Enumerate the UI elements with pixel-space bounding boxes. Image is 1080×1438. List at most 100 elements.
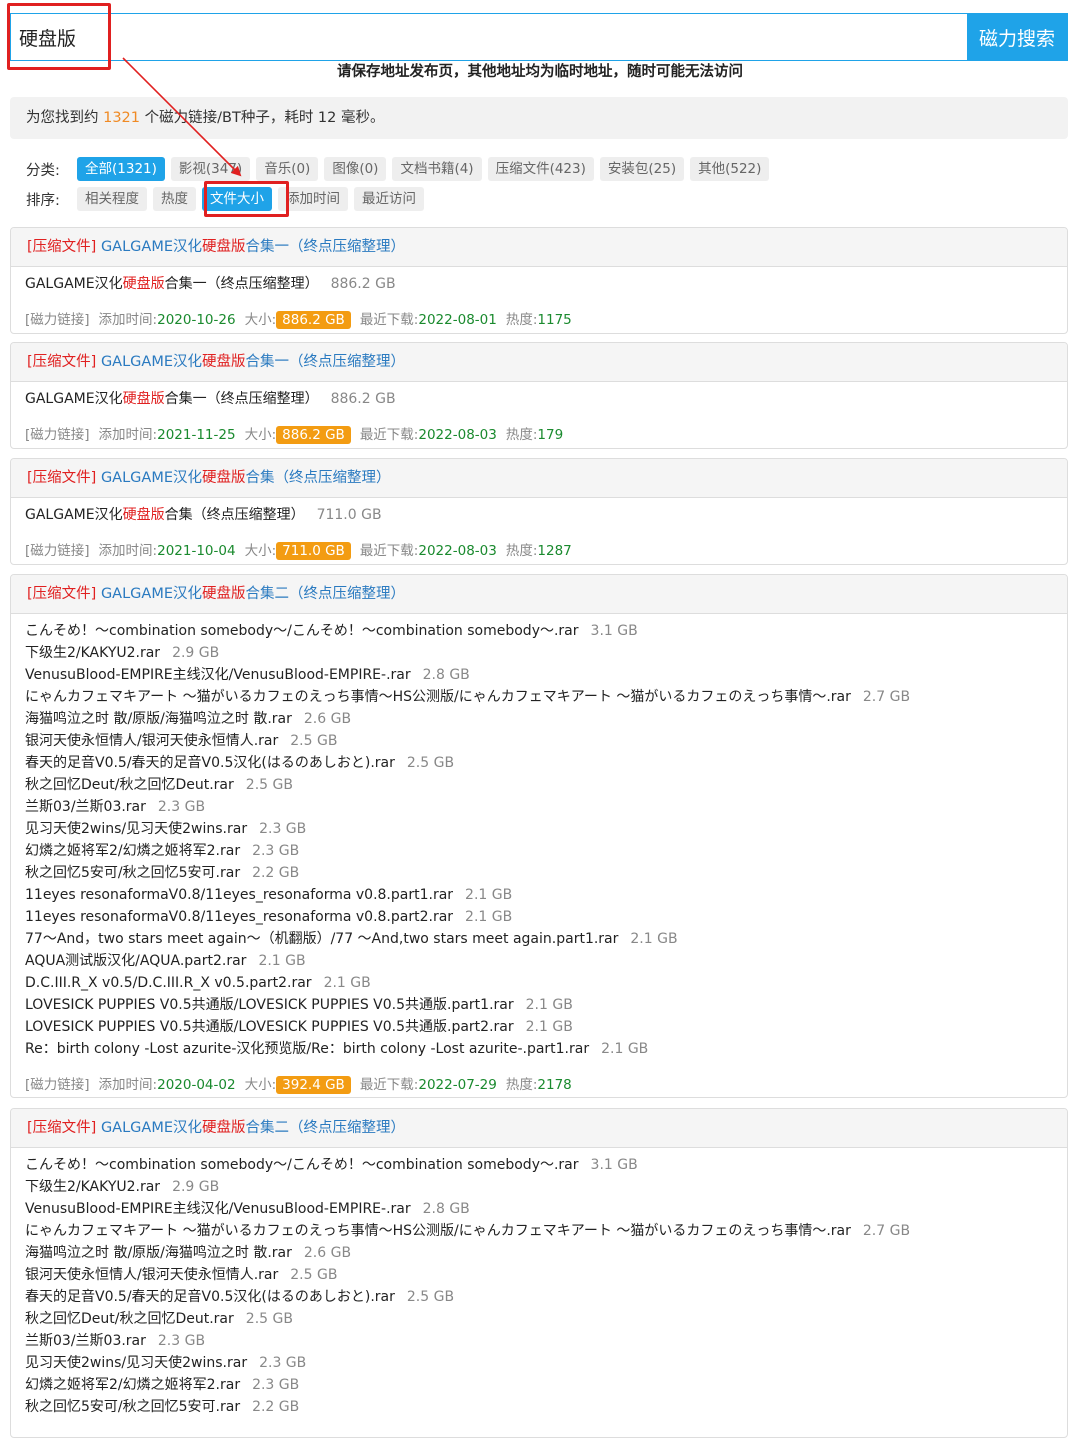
file-size: 2.9 GB [172,645,220,661]
file-size: 2.9 GB [172,1179,220,1195]
category-chip[interactable]: 全部(1321) [77,157,165,181]
file-name: 77～And，two stars meet again～（机翻版）/77 ～An… [25,931,619,947]
magnet-link[interactable]: [磁力链接] [25,1077,90,1093]
file-row: にゃんカフェマキアート ～猫がいるカフェのえっち事情～HS公测版/にゃんカフェマ… [25,686,1067,708]
result-title-link[interactable]: GALGAME汉化硬盘版合集（终点压缩整理） [101,470,391,486]
file-row: D.C.III.R_X v0.5/D.C.III.R_X v0.5.part2.… [25,972,1067,994]
title-text: 合集二（终点压缩整理） [245,586,406,602]
title-text: GALGAME汉化 [100,239,202,255]
magnet-link[interactable]: [磁力链接] [25,543,90,559]
file-row: 11eyes resonaformaV0.8/11eyes_resonaform… [25,884,1067,906]
file-row: 幻燐之姬将军2/幻燐之姬将军2.rar 2.3 GB [25,840,1067,862]
category-chip[interactable]: 压缩文件(423) [487,157,594,181]
category-chips: 全部(1321) 影视(347) 音乐(0) 图像(0) 文档书籍(4) 压缩文件(423… [77,157,775,181]
file-size: 711.0 GB [316,507,382,523]
sort-filter-row: 排序: 相关程度 热度 文件大小 添加时间 最近访问 [26,187,430,211]
file-name: 11eyes resonaformaV0.8/11eyes_resonaform… [25,909,454,925]
file-size: 3.1 GB [590,1157,638,1173]
category-label: 分类: [26,162,60,179]
added-date: 2020-04-02 [157,1077,236,1093]
result-title: [压缩文件] GALGAME汉化硬盘版合集二（终点压缩整理） [11,1109,1067,1148]
result-count: 1321 [103,110,141,126]
file-name: こんそめ！～combination somebody～/こんそめ！～combin… [25,623,579,639]
file-name-highlight: 硬盘版 [122,276,165,292]
category-chip[interactable]: 文档书籍(4) [392,157,482,181]
title-text: 合集一（终点压缩整理） [245,354,406,370]
size-badge: 711.0 GB [276,542,351,560]
file-name: 海猫鸣泣之时 散/原版/海猫鸣泣之时 散.rar [25,711,292,727]
file-size: 2.2 GB [252,1399,300,1415]
sort-chip[interactable]: 最近访问 [354,187,424,211]
sort-chip[interactable]: 文件大小 [202,187,272,211]
file-row: にゃんカフェマキアート ～猫がいるカフェのえっち事情～HS公测版/にゃんカフェマ… [25,1220,1067,1242]
file-row: こんそめ！～combination somebody～/こんそめ！～combin… [25,1154,1067,1176]
result-title: [压缩文件] GALGAME汉化硬盘版合集一（终点压缩整理） [11,343,1067,382]
file-size: 886.2 GB [330,276,396,292]
file-size: 886.2 GB [330,391,396,407]
file-size: 2.6 GB [303,711,352,727]
file-size: 2.7 GB [862,689,911,705]
file-name: 春天的足音V0.5/春天的足音V0.5汉化(はるのあしおと).rar [25,755,395,771]
file-row: Re：birth colony -Lost azurite-汉化预览版/Re：b… [25,1038,1067,1060]
category-chip[interactable]: 图像(0) [324,157,387,181]
result-title-link[interactable]: GALGAME汉化硬盘版合集二（终点压缩整理） [101,1120,405,1136]
category-filter-row: 分类: 全部(1321) 影视(347) 音乐(0) 图像(0) 文档书籍(4) 压缩文件… [26,157,775,181]
file-name: 幻燐之姬将军2/幻燐之姬将军2.rar [25,1377,241,1393]
heat-value: 2178 [537,1077,572,1093]
file-name: 海猫鸣泣之时 散/原版/海猫鸣泣之时 散.rar [25,1245,292,1261]
category-chip[interactable]: 影视(347) [170,157,251,181]
title-keyword-highlight: 硬盘版 [202,586,246,602]
file-name: 秋之回忆5安可/秋之回忆5安可.rar [25,865,241,881]
file-row: 秋之回忆Deut/秋之回忆Deut.rar 2.5 GB [25,1308,1067,1330]
added-label: 添加时间: [98,543,158,559]
result-meta: [磁力链接] 添加时间:2021-11-25 大小: 886.2 GB 最近下载:202… [11,424,1067,446]
result-card: [压缩文件] GALGAME汉化硬盘版合集（终点压缩整理） GALGAME汉化硬盘… [10,458,1068,565]
size-badge: 886.2 GB [276,426,351,444]
file-row: 见习天使2wins/见习天使2wins.rar 2.3 GB [25,1352,1067,1374]
file-name: にゃんカフェマキアート ～猫がいるカフェのえっち事情～HS公测版/にゃんカフェマ… [25,1223,851,1239]
file-name: 合集（终点压缩整理） [164,507,305,523]
file-row: 下级生2/KAKYU2.rar 2.9 GB [25,642,1067,664]
magnet-link[interactable]: [磁力链接] [25,427,90,443]
file-row: こんそめ！～combination somebody～/こんそめ！～combin… [25,620,1067,642]
result-card: [压缩文件] GALGAME汉化硬盘版合集一（终点压缩整理） GALGAME汉化硬… [10,342,1068,449]
file-row: 春天的足音V0.5/春天的足音V0.5汉化(はるのあしおと).rar 2.5 GB [25,752,1067,774]
file-row: 11eyes resonaformaV0.8/11eyes_resonaform… [25,906,1067,928]
result-title: [压缩文件] GALGAME汉化硬盘版合集（终点压缩整理） [11,459,1067,498]
sort-chips: 相关程度 热度 文件大小 添加时间 最近访问 [77,187,430,211]
file-name: 11eyes resonaformaV0.8/11eyes_resonaform… [25,887,454,903]
result-meta: [磁力链接] 添加时间:2020-10-26 大小: 886.2 GB 最近下载:202… [11,309,1067,331]
result-meta: [磁力链接] 添加时间:2020-04-02 大小: 392.4 GB 最近下载:202… [11,1074,1067,1096]
category-chip[interactable]: 安装包(25) [599,157,685,181]
heat-value: 179 [537,427,564,443]
file-size: 2.6 GB [303,1245,352,1261]
file-size: 2.1 GB [525,1019,573,1035]
category-chip[interactable]: 其他(522) [690,157,770,181]
last-download-label: 最近下载: [359,543,419,559]
file-name: 下级生2/KAKYU2.rar [25,1179,161,1195]
last-download-label: 最近下载: [359,427,419,443]
sort-chip[interactable]: 相关程度 [77,187,147,211]
file-name: D.C.III.R_X v0.5/D.C.III.R_X v0.5.part2.… [25,975,312,991]
result-title-link[interactable]: GALGAME汉化硬盘版合集一（终点压缩整理） [101,239,405,255]
sort-chip[interactable]: 添加时间 [278,187,348,211]
search-button[interactable]: 磁力搜索 [967,14,1067,60]
file-size: 2.2 GB [252,865,300,881]
file-size: 2.3 GB [157,1333,206,1349]
heat-label: 热度: [505,1077,538,1093]
file-size: 3.1 GB [590,623,638,639]
file-row: 海猫鸣泣之时 散/原版/海猫鸣泣之时 散.rar 2.6 GB [25,1242,1067,1264]
result-title-link[interactable]: GALGAME汉化硬盘版合集一（终点压缩整理） [101,354,405,370]
result-title-link[interactable]: GALGAME汉化硬盘版合集二（终点压缩整理） [101,586,405,602]
category-chip[interactable]: 音乐(0) [256,157,319,181]
result-card: [压缩文件] GALGAME汉化硬盘版合集二（终点压缩整理） こんそめ！～comb… [10,574,1068,1098]
search-input[interactable] [11,14,967,60]
file-size: 2.5 GB [406,755,455,771]
file-row: LOVESICK PUPPIES V0.5共通版/LOVESICK PUPPIE… [25,994,1067,1016]
magnet-link[interactable]: [磁力链接] [25,312,90,328]
file-row: 秋之回忆5安可/秋之回忆5安可.rar 2.2 GB [25,1396,1067,1418]
file-row: 见习天使2wins/见习天使2wins.rar 2.3 GB [25,818,1067,840]
title-text: GALGAME汉化 [100,470,202,486]
title-keyword-highlight: 硬盘版 [202,1120,246,1136]
sort-chip[interactable]: 热度 [153,187,196,211]
